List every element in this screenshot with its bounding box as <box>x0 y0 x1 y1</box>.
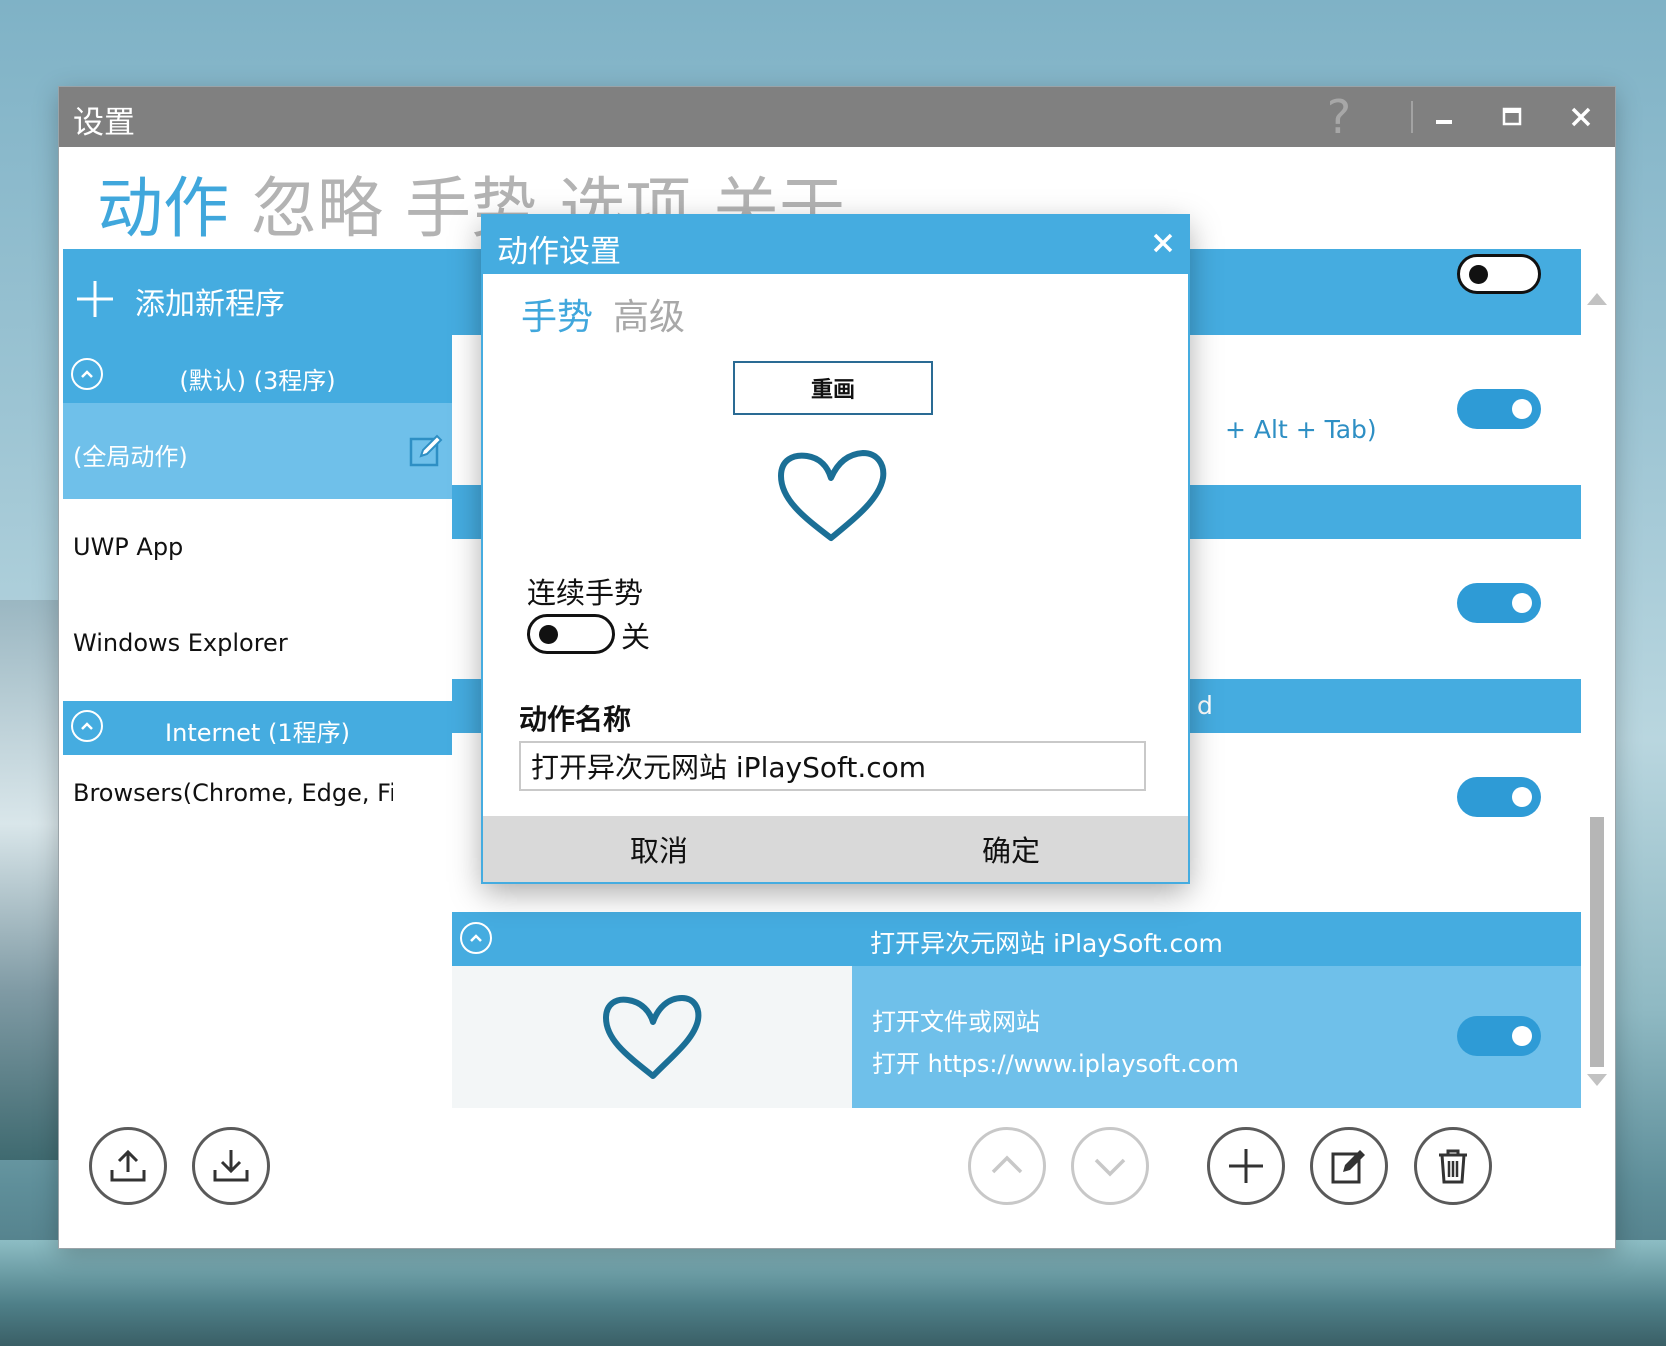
chevron-down-icon <box>1094 1158 1126 1177</box>
program-label: Browsers(Chrome, Edge, Firef <box>73 779 393 807</box>
program-item-global[interactable]: (全局动作) <box>63 403 452 499</box>
action-enable-toggle[interactable] <box>1457 389 1541 429</box>
action-name-label: 动作名称 <box>519 703 632 736</box>
dialog-title: 动作设置 <box>497 234 621 270</box>
action-hotkey-text: + Alt + Tab) <box>1225 415 1377 444</box>
tab-advanced[interactable]: 高级 <box>613 288 685 340</box>
plus-icon <box>75 279 115 323</box>
redraw-button[interactable]: 重画 <box>733 361 933 415</box>
move-down-button[interactable] <box>1071 1127 1149 1205</box>
action-description[interactable]: 打开文件或网站 打开 https://www.iplaysoft.com <box>852 966 1581 1108</box>
group-header-default[interactable]: (默认) (3程序) <box>63 349 452 403</box>
group-label: (默认) (3程序) <box>179 367 336 395</box>
help-button[interactable]: ? <box>1309 87 1369 147</box>
edit-icon[interactable] <box>408 433 444 469</box>
edit-icon <box>1331 1150 1365 1184</box>
add-program-label: 添加新程序 <box>135 287 285 322</box>
plus-icon <box>1229 1149 1263 1183</box>
group-label: Internet (1程序) <box>165 719 350 747</box>
action-enable-toggle[interactable] <box>1457 583 1541 623</box>
continuous-gesture-toggle[interactable] <box>527 614 615 654</box>
add-program-button[interactable]: 添加新程序 <box>63 249 452 349</box>
group-enable-toggle[interactable] <box>1457 254 1541 294</box>
program-item-browsers[interactable]: Browsers(Chrome, Edge, Firef <box>63 745 452 841</box>
title-bar: 设置 ? <box>59 87 1615 147</box>
continuous-gesture-label: 连续手势 <box>527 576 644 610</box>
import-button[interactable] <box>192 1127 270 1205</box>
close-icon <box>1571 107 1591 127</box>
program-item-explorer[interactable]: Windows Explorer <box>63 595 452 691</box>
action-group-strip <box>452 679 486 733</box>
program-label: UWP App <box>73 533 184 561</box>
ok-button[interactable]: 确定 <box>835 816 1187 882</box>
action-enable-toggle[interactable] <box>1457 777 1541 817</box>
close-icon[interactable] <box>1152 228 1174 261</box>
maximize-icon <box>1502 107 1522 126</box>
tab-actions[interactable]: 动作 <box>97 155 229 251</box>
dialog-footer: 取消 确定 <box>483 816 1188 882</box>
action-header[interactable]: 打开异次元网站 iPlaySoft.com <box>452 912 1581 966</box>
dialog-tabs: 手势 高级 <box>521 288 705 340</box>
maximize-button[interactable] <box>1482 87 1542 147</box>
action-enable-toggle[interactable] <box>1457 1016 1541 1056</box>
action-detail: 打开 https://www.iplaysoft.com <box>872 1050 1239 1078</box>
action-name-input[interactable] <box>519 741 1146 791</box>
tab-ignore[interactable]: 忽略 <box>251 155 383 251</box>
action-name: 打开异次元网站 iPlaySoft.com <box>870 929 1223 958</box>
continuous-gesture-state: 关 <box>621 620 651 654</box>
action-group-header <box>1177 485 1581 539</box>
download-icon <box>213 1150 249 1182</box>
action-group-strip <box>452 249 486 335</box>
program-label: (全局动作) <box>73 443 188 471</box>
gesture-preview[interactable] <box>452 966 852 1108</box>
edit-action-button[interactable] <box>1310 1127 1388 1205</box>
scrollbar-thumb[interactable] <box>1590 817 1604 1067</box>
delete-action-button[interactable] <box>1414 1127 1492 1205</box>
cancel-button[interactable]: 取消 <box>483 816 835 882</box>
dialog-title-bar: 动作设置 <box>483 216 1188 274</box>
close-button[interactable] <box>1551 87 1611 147</box>
action-settings-dialog: 动作设置 手势高级 重画 连续手势 关 动作名称 取消 确定 <box>483 216 1188 882</box>
add-action-button[interactable] <box>1207 1127 1285 1205</box>
chevron-up-icon <box>991 1155 1023 1174</box>
action-group-header: d <box>1177 679 1581 733</box>
desktop-background <box>0 600 60 1160</box>
minimize-icon <box>1436 120 1452 124</box>
scroll-up-arrow[interactable] <box>1587 293 1607 305</box>
trash-icon <box>1439 1149 1467 1184</box>
heart-gesture-icon <box>603 995 702 1079</box>
action-group-strip <box>452 485 486 539</box>
scroll-down-arrow[interactable] <box>1587 1074 1607 1086</box>
action-group-label: d <box>1197 691 1213 720</box>
title-divider <box>1411 101 1413 133</box>
heart-gesture-icon <box>778 450 887 541</box>
tab-gesture[interactable]: 手势 <box>521 288 593 340</box>
program-label: Windows Explorer <box>73 629 288 657</box>
export-button[interactable] <box>89 1127 167 1205</box>
program-item-uwp[interactable]: UWP App <box>63 499 452 595</box>
minimize-button[interactable] <box>1414 87 1474 147</box>
desktop-water <box>0 1240 1666 1346</box>
move-up-button[interactable] <box>968 1127 1046 1205</box>
upload-icon <box>110 1149 146 1182</box>
action-type: 打开文件或网站 <box>872 1008 1040 1036</box>
window-title: 设置 <box>73 105 135 141</box>
